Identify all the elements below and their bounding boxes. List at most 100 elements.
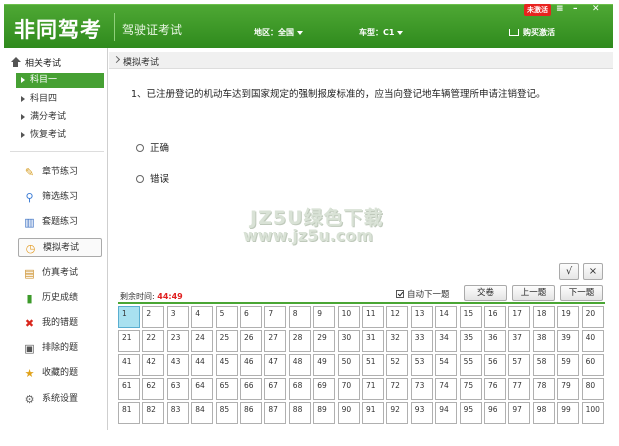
question-number-cell[interactable]: 29: [313, 330, 336, 352]
question-number-cell[interactable]: 61: [118, 378, 140, 400]
question-number-cell[interactable]: 22: [142, 330, 165, 352]
question-number-cell[interactable]: 50: [337, 354, 360, 376]
question-number-cell[interactable]: 69: [313, 378, 336, 400]
sidebar-item-settings[interactable]: ⚙ 系统设置: [18, 390, 104, 409]
question-number-cell[interactable]: 4: [191, 306, 214, 328]
question-number-cell[interactable]: 1: [118, 306, 140, 328]
option-correct[interactable]: 正确: [136, 140, 169, 154]
question-number-cell[interactable]: 93: [410, 402, 433, 424]
sidebar-item-excluded[interactable]: ▣ 排除的题: [18, 339, 104, 358]
question-number-cell[interactable]: 63: [166, 378, 189, 400]
question-number-cell[interactable]: 54: [435, 354, 458, 376]
question-number-cell[interactable]: 92: [386, 402, 409, 424]
sidebar-item-set-practice[interactable]: ▥ 套题练习: [18, 213, 104, 232]
question-number-cell[interactable]: 23: [166, 330, 189, 352]
question-number-cell[interactable]: 31: [362, 330, 384, 352]
question-number-cell[interactable]: 41: [118, 354, 140, 376]
question-number-cell[interactable]: 32: [386, 330, 409, 352]
question-number-cell[interactable]: 17: [508, 306, 531, 328]
question-number-cell[interactable]: 21: [118, 330, 140, 352]
minimize-button[interactable]: –: [573, 4, 578, 14]
sidebar-item-chapter-practice[interactable]: ✎ 章节练习: [18, 163, 104, 182]
question-number-cell[interactable]: 59: [557, 354, 580, 376]
checkbox-checked-icon[interactable]: [396, 290, 404, 298]
answer-wrong-button[interactable]: ×: [583, 263, 603, 280]
sidebar-item-simulation-exam[interactable]: ▤ 仿真考试: [18, 264, 104, 283]
question-number-cell[interactable]: 12: [386, 306, 409, 328]
question-number-cell[interactable]: 66: [240, 378, 262, 400]
question-number-cell[interactable]: 56: [484, 354, 506, 376]
question-number-cell[interactable]: 87: [264, 402, 287, 424]
question-number-cell[interactable]: 89: [313, 402, 336, 424]
question-number-cell[interactable]: 81: [118, 402, 140, 424]
question-number-cell[interactable]: 9: [313, 306, 336, 328]
question-number-cell[interactable]: 6: [240, 306, 262, 328]
sidebar-item-history-scores[interactable]: ▮ 历史成绩: [18, 289, 104, 308]
sidebar-item-mock-exam[interactable]: ◷ 模拟考试: [18, 238, 102, 257]
question-number-cell[interactable]: 37: [508, 330, 531, 352]
question-number-cell[interactable]: 47: [264, 354, 287, 376]
question-number-cell[interactable]: 100: [581, 402, 604, 424]
question-number-cell[interactable]: 65: [215, 378, 238, 400]
question-number-cell[interactable]: 7: [264, 306, 287, 328]
sidebar-item-subject-one[interactable]: 科目一: [16, 73, 104, 88]
question-number-cell[interactable]: 75: [459, 378, 482, 400]
question-number-cell[interactable]: 90: [337, 402, 360, 424]
question-number-cell[interactable]: 43: [166, 354, 189, 376]
question-number-cell[interactable]: 49: [313, 354, 336, 376]
submit-button[interactable]: 交卷: [464, 285, 507, 301]
question-number-cell[interactable]: 85: [215, 402, 238, 424]
next-button[interactable]: 下一题: [560, 285, 603, 301]
menu-button[interactable]: ≡: [556, 4, 564, 14]
close-button[interactable]: ✕: [592, 4, 600, 14]
question-number-cell[interactable]: 24: [191, 330, 214, 352]
question-number-cell[interactable]: 67: [264, 378, 287, 400]
question-number-cell[interactable]: 96: [484, 402, 506, 424]
question-number-cell[interactable]: 52: [386, 354, 409, 376]
question-number-cell[interactable]: 42: [142, 354, 165, 376]
question-number-cell[interactable]: 72: [386, 378, 409, 400]
question-number-cell[interactable]: 86: [240, 402, 262, 424]
question-number-cell[interactable]: 83: [166, 402, 189, 424]
answer-correct-button[interactable]: √: [559, 263, 579, 280]
question-number-cell[interactable]: 80: [581, 378, 604, 400]
question-number-cell[interactable]: 14: [435, 306, 458, 328]
sidebar-item-favorites[interactable]: ★ 收藏的题: [18, 364, 104, 383]
question-number-cell[interactable]: 10: [337, 306, 360, 328]
sidebar-item-recover[interactable]: 恢复考试: [16, 128, 104, 143]
question-number-cell[interactable]: 95: [459, 402, 482, 424]
question-number-cell[interactable]: 2: [142, 306, 165, 328]
question-number-cell[interactable]: 38: [532, 330, 555, 352]
question-number-cell[interactable]: 82: [142, 402, 165, 424]
question-number-cell[interactable]: 55: [459, 354, 482, 376]
buy-activate-button[interactable]: 购买激活: [509, 27, 555, 38]
sidebar-item-subject-four[interactable]: 科目四: [16, 92, 104, 107]
question-number-cell[interactable]: 15: [459, 306, 482, 328]
question-number-cell[interactable]: 13: [410, 306, 433, 328]
sidebar-item-filter-practice[interactable]: ⚲ 筛选练习: [18, 188, 104, 207]
question-number-cell[interactable]: 62: [142, 378, 165, 400]
question-number-cell[interactable]: 60: [581, 354, 604, 376]
question-number-cell[interactable]: 26: [240, 330, 262, 352]
option-wrong[interactable]: 错误: [136, 171, 169, 185]
question-number-cell[interactable]: 57: [508, 354, 531, 376]
question-number-cell[interactable]: 64: [191, 378, 214, 400]
question-number-cell[interactable]: 71: [362, 378, 384, 400]
question-number-cell[interactable]: 79: [557, 378, 580, 400]
question-number-cell[interactable]: 18: [532, 306, 555, 328]
question-number-cell[interactable]: 39: [557, 330, 580, 352]
question-number-cell[interactable]: 48: [288, 354, 311, 376]
question-number-cell[interactable]: 94: [435, 402, 458, 424]
question-number-cell[interactable]: 99: [557, 402, 580, 424]
question-number-cell[interactable]: 70: [337, 378, 360, 400]
question-number-cell[interactable]: 78: [532, 378, 555, 400]
question-number-cell[interactable]: 46: [240, 354, 262, 376]
question-number-cell[interactable]: 27: [264, 330, 287, 352]
question-number-cell[interactable]: 30: [337, 330, 360, 352]
car-type-select[interactable]: 车型：C1: [359, 27, 404, 38]
question-number-cell[interactable]: 25: [215, 330, 238, 352]
question-number-cell[interactable]: 74: [435, 378, 458, 400]
question-number-cell[interactable]: 35: [459, 330, 482, 352]
question-number-cell[interactable]: 33: [410, 330, 433, 352]
question-number-cell[interactable]: 91: [362, 402, 384, 424]
